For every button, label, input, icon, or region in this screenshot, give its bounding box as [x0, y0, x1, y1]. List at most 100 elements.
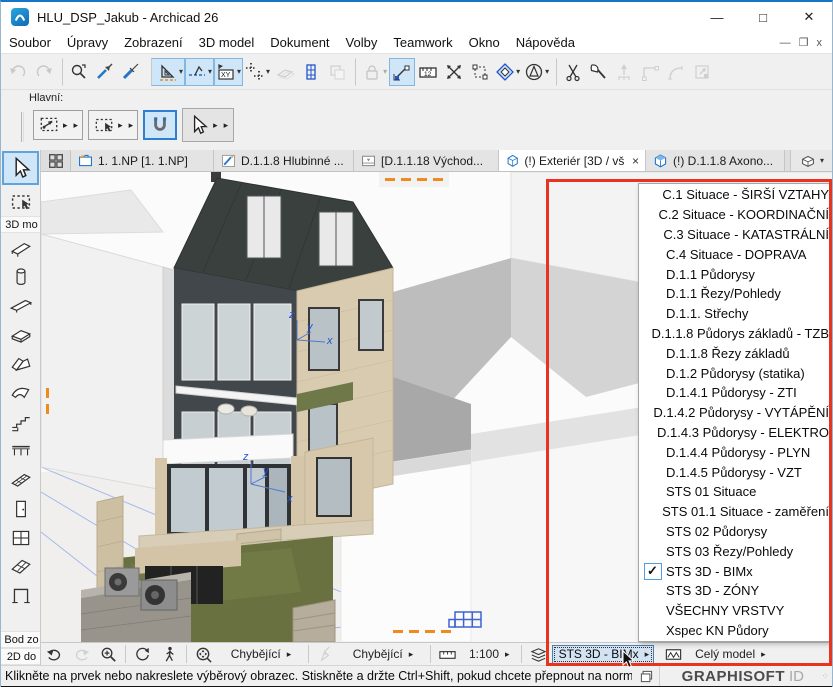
dropdown-arrow-icon[interactable]: ▾ [179, 67, 183, 76]
split-button[interactable] [556, 58, 585, 86]
doc-restore-button[interactable]: ❐ [799, 38, 809, 48]
adjust-button[interactable] [611, 58, 637, 86]
layer-menu-item[interactable]: STS 02 Půdorysy [639, 522, 829, 542]
rotate-button[interactable]: ▾ [493, 58, 522, 86]
layer-menu-item[interactable]: D.1.4.2 Půdorysy - VYTÁPĚNÍ [639, 403, 829, 423]
selection-flyout-button[interactable]: ▸ [88, 110, 138, 140]
dropdown-arrow-icon[interactable]: ▾ [266, 67, 270, 76]
column-grid-button[interactable] [298, 58, 324, 86]
tab-floor-plan[interactable]: 1. 1.NP [1. 1.NP] [71, 150, 214, 171]
toolbox-door-tool[interactable] [1, 494, 40, 523]
menu-item[interactable]: Zobrazení [116, 32, 191, 54]
resize-button[interactable] [689, 58, 715, 86]
doc-minimize-button[interactable]: — [780, 38, 791, 48]
layer-menu-item[interactable]: D.1.2 Půdorysy (statika) [639, 363, 829, 383]
toolbox-roof-tool[interactable] [1, 349, 40, 378]
layer-menu-item[interactable]: D.1.1.8 Půdorys základů - TZB [639, 324, 829, 344]
quad-view-button[interactable] [41, 150, 71, 171]
snap-guides-button[interactable]: ▾ [185, 58, 214, 86]
tab-exterior-3d[interactable]: (!) Exteriér [3D / vš... × [499, 150, 646, 171]
toolbox-window-tool[interactable] [1, 523, 40, 552]
layer-menu-item[interactable]: STS 03 Řezy/Pohledy [639, 541, 829, 561]
layer-menu-item[interactable]: C.4 Situace - DOPRAVA [639, 244, 829, 264]
dropdown-arrow-icon[interactable]: ▾ [516, 67, 520, 76]
measure-button[interactable] [415, 58, 441, 86]
menu-item[interactable]: Soubor [1, 32, 59, 54]
explore-walk-button[interactable] [156, 643, 183, 665]
pen-set-selector[interactable]: Chybějící [217, 643, 305, 665]
layer-menu-item[interactable]: D.1.1 Půdorysy [639, 264, 829, 284]
dropdown-arrow-icon[interactable]: ▾ [383, 67, 387, 76]
layer-menu-item[interactable]: VŠECHNY VRSTVY [639, 601, 829, 621]
intersect-button[interactable] [637, 58, 663, 86]
toolbox-group-viewpoint-label[interactable]: Bod zo [1, 631, 40, 648]
maximize-button[interactable]: □ [740, 2, 786, 32]
toolbox-group-2d-label[interactable]: 2D do [1, 648, 40, 665]
copy-message-icon[interactable] [634, 665, 659, 687]
layer-menu-item[interactable]: D.1.1.8 Řezy základů [639, 343, 829, 363]
model-filter-selector[interactable]: Celý model [687, 643, 774, 665]
toolbox-opening-tool[interactable] [1, 581, 40, 610]
grid-snap-button[interactable]: ▾ [243, 58, 272, 86]
toolbox-beam-tool[interactable] [1, 291, 40, 320]
coordinate-input-button[interactable]: ▾ [214, 58, 243, 86]
forward-button[interactable] [68, 643, 95, 665]
flyout-arrow-icon[interactable]: ▸ [213, 120, 228, 131]
toolbox-railing-tool[interactable] [1, 436, 40, 465]
layer-menu-item[interactable]: D.1.1 Řezy/Pohledy [639, 284, 829, 304]
layer-menu-item[interactable]: STS 3D - ZÓNY [639, 581, 829, 601]
layer-menu-item[interactable]: D.1.4.3 Půdorysy - ELEKTRO [639, 423, 829, 443]
layer-menu-item[interactable]: D.1.4.1 Půdorysy - ZTI [639, 383, 829, 403]
stretch-button[interactable] [441, 58, 467, 86]
toolbox-shell-tool[interactable] [1, 378, 40, 407]
close-button[interactable]: ✕ [786, 2, 832, 32]
toolbox-wall-tool[interactable] [1, 233, 40, 262]
layer-menu-item[interactable]: STS 01.1 Situace - zaměření [639, 502, 829, 522]
fillet-button[interactable] [663, 58, 689, 86]
tab-elevation[interactable]: [D.1.1.18 Východ... [354, 150, 499, 171]
scale-selector[interactable]: 1:100 [461, 643, 518, 665]
view-switcher-button[interactable]: ▾ [790, 150, 832, 171]
layer-menu-item[interactable]: D.1.4.5 Půdorysy - VZT [639, 462, 829, 482]
menu-item[interactable]: 3D model [191, 32, 263, 54]
toolbox-marquee-tool[interactable] [1, 187, 40, 216]
layer-menu-item[interactable]: STS 01 Situace [639, 482, 829, 502]
toolbar-grip[interactable] [21, 112, 24, 142]
markup-selector[interactable]: Chybějící [339, 643, 427, 665]
menu-item[interactable]: Nápověda [508, 32, 583, 54]
resize-grip[interactable]: ⁘ [821, 671, 830, 682]
edit-selection-button[interactable] [467, 58, 493, 86]
find-select-button[interactable] [62, 58, 91, 86]
layer-menu-item[interactable]: C.1 Situace - ŠIRŠÍ VZTAHY [639, 185, 829, 205]
zoom-in-button[interactable] [95, 643, 122, 665]
graphisoft-id-button[interactable]: GRAPHISOFT ID [659, 666, 832, 687]
back-button[interactable] [41, 643, 68, 665]
layer-menu-item[interactable]: Xspec KN Půdory [639, 621, 829, 641]
undo-button[interactable] [5, 58, 31, 86]
layer-menu-item[interactable]: ✓ STS 3D - BIMx [639, 561, 829, 581]
tab-detail[interactable]: D.1.1.8 Hlubinné ... [214, 150, 354, 171]
menu-item[interactable]: Volby [338, 32, 386, 54]
toolbox-slab-tool[interactable] [1, 320, 40, 349]
tab-close-icon[interactable]: × [632, 154, 639, 168]
toolbox-group-3d-label[interactable]: 3D mo [1, 216, 40, 233]
orbit-button[interactable] [129, 643, 156, 665]
flyout-arrow-icon[interactable]: ▸ [63, 120, 78, 131]
guide-lines-button[interactable]: ▾ [151, 58, 185, 86]
pick-up-parameters-button[interactable] [91, 58, 117, 86]
fit-in-window-button[interactable] [190, 643, 217, 665]
tab-axonometry[interactable]: (!) D.1.1.8 Axono... [646, 150, 785, 171]
trim-button[interactable] [585, 58, 611, 86]
marquee-flyout-button[interactable]: ▸ [33, 110, 83, 140]
redo-button[interactable] [31, 58, 57, 86]
layer-menu-item[interactable]: C.3 Situace - KATASTRÁLNÍ [639, 225, 829, 245]
minimize-button[interactable]: — [694, 2, 740, 32]
toolbox-stair-tool[interactable] [1, 407, 40, 436]
menu-item[interactable]: Teamwork [385, 32, 460, 54]
dropdown-arrow-icon[interactable]: ▾ [237, 67, 241, 76]
inject-parameters-button[interactable] [117, 58, 143, 86]
virtual-trace-button[interactable] [324, 58, 350, 86]
trace-reference-button[interactable] [272, 58, 298, 86]
toolbox-curtain-wall-tool[interactable] [1, 465, 40, 494]
dropdown-arrow-icon[interactable]: ▾ [545, 67, 549, 76]
